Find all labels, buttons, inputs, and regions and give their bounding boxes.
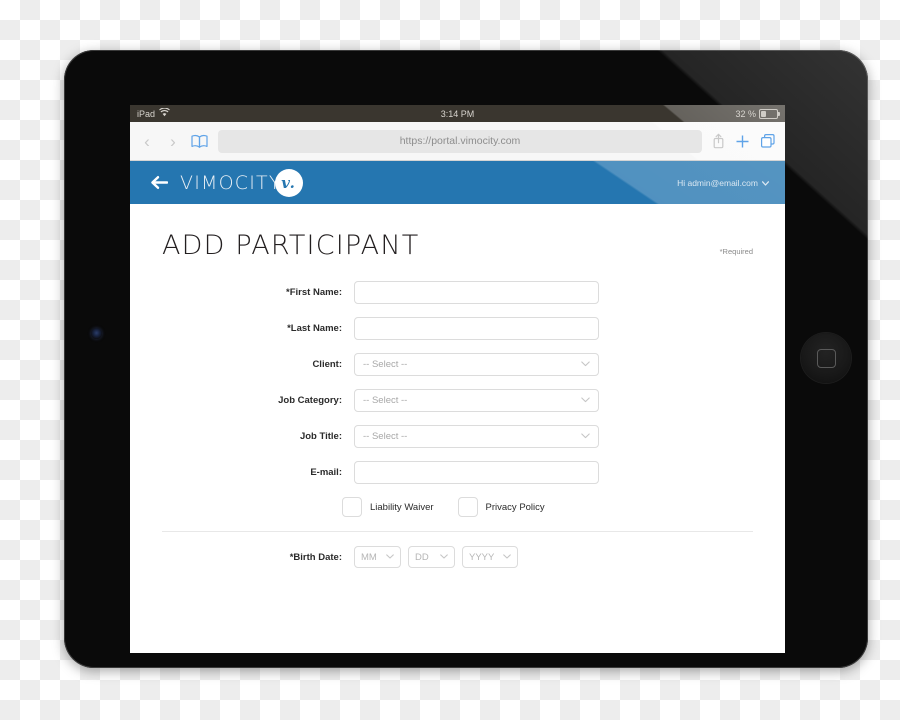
label-email: E-mail:	[310, 467, 342, 478]
birth-date-group: MM DD YYYY	[354, 546, 518, 568]
label-job-title: Job Title:	[299, 431, 342, 442]
chevron-down-icon	[581, 396, 590, 405]
chevron-down-icon	[581, 432, 590, 441]
chevron-down-icon	[440, 553, 448, 561]
brand-mark-text: v.	[281, 173, 297, 192]
select-job-title[interactable]: -- Select --	[354, 425, 599, 448]
field-row-email: E-mail:	[162, 461, 753, 484]
required-note: *Required	[719, 247, 753, 256]
home-button[interactable]	[801, 333, 851, 383]
label-job-category: Job Category:	[278, 395, 342, 406]
checkbox-liability-waiver[interactable]	[342, 497, 362, 517]
select-birth-day[interactable]: DD	[408, 546, 455, 568]
value-client: -- Select --	[363, 359, 408, 370]
label-privacy-policy: Privacy Policy	[485, 501, 545, 513]
field-row-last-name: *Last Name:	[162, 317, 753, 340]
user-greeting-label: Hi admin@email.com	[677, 177, 758, 188]
front-camera-icon	[91, 328, 102, 339]
book-icon[interactable]	[191, 134, 208, 149]
page-title: ADD PARTICIPANT	[162, 230, 420, 261]
safari-toolbar: ‹ › https://portal.vimocity.com	[130, 122, 785, 161]
select-birth-year[interactable]: YYYY	[462, 546, 518, 568]
brand-logo-icon: v.	[274, 168, 303, 197]
checkbox-privacy-policy[interactable]	[457, 497, 478, 517]
tabs-icon[interactable]	[760, 133, 776, 149]
select-job-category[interactable]: -- Select --	[354, 389, 599, 412]
field-row-job-title: Job Title: -- Select --	[162, 425, 753, 448]
status-bar-right: 32 %	[735, 108, 780, 119]
ipad-device: iPad 3:14 PM 32 % ‹ › https://portal.vim…	[64, 50, 868, 668]
arrow-left-icon[interactable]	[150, 175, 168, 190]
app-header: VIMOCITY v. Hi admin@email.com	[130, 161, 785, 204]
input-first-name[interactable]	[354, 281, 599, 304]
label-birth-date: *Birth Date:	[289, 551, 342, 563]
chevron-down-icon	[386, 553, 394, 561]
label-client: Client:	[312, 359, 342, 370]
value-birth-month: MM	[361, 551, 377, 563]
select-birth-month[interactable]: MM	[354, 546, 401, 568]
field-row-first-name: *First Name:	[162, 281, 753, 304]
field-row-client: Client: -- Select --	[162, 353, 753, 376]
chevron-right-icon[interactable]: ›	[165, 133, 181, 150]
input-email[interactable]	[354, 461, 599, 484]
section-divider	[162, 531, 753, 532]
ipad-screen: iPad 3:14 PM 32 % ‹ › https://portal.vim…	[130, 105, 785, 653]
label-last-name: *Last Name:	[287, 323, 342, 334]
share-icon[interactable]	[712, 133, 725, 149]
title-row: ADD PARTICIPANT *Required	[162, 204, 753, 261]
user-account-menu[interactable]: Hi admin@email.com	[677, 177, 770, 188]
chevron-down-icon	[503, 553, 511, 561]
plus-icon[interactable]	[735, 134, 750, 149]
battery-icon	[759, 108, 780, 119]
value-birth-year: YYYY	[469, 551, 495, 563]
chevron-down-icon	[761, 178, 770, 188]
checkbox-row: Liability Waiver Privacy Policy	[342, 497, 753, 517]
value-job-category: -- Select --	[363, 395, 408, 406]
address-bar[interactable]: https://portal.vimocity.com	[218, 129, 702, 153]
chevron-left-icon[interactable]: ‹	[139, 133, 155, 150]
home-square-icon	[816, 348, 836, 368]
field-row-job-category: Job Category: -- Select --	[162, 389, 753, 412]
url-text: https://portal.vimocity.com	[399, 135, 521, 147]
status-bar-clock: 3:14 PM	[440, 108, 475, 119]
label-first-name: *First Name:	[286, 287, 342, 298]
input-last-name[interactable]	[354, 317, 599, 340]
brand-text: VIMOCITY	[180, 171, 282, 194]
chevron-down-icon	[581, 360, 590, 369]
field-row-birth-date: *Birth Date: MM DD YYYY	[162, 546, 753, 568]
select-client[interactable]: -- Select --	[354, 353, 599, 376]
page-content: ADD PARTICIPANT *Required *First Name: *…	[130, 204, 785, 653]
ios-status-bar: iPad 3:14 PM 32 %	[130, 105, 785, 122]
label-liability-waiver: Liability Waiver	[370, 501, 434, 513]
value-job-title: -- Select --	[363, 431, 408, 442]
brand-wordmark[interactable]: VIMOCITY v.	[180, 168, 303, 197]
add-participant-form: *First Name: *Last Name: Client: -- Sele…	[162, 281, 753, 568]
battery-percent-label: 32 %	[735, 108, 756, 119]
value-birth-day: DD	[415, 551, 429, 563]
screenshot-canvas: iPad 3:14 PM 32 % ‹ › https://portal.vim…	[0, 0, 900, 720]
